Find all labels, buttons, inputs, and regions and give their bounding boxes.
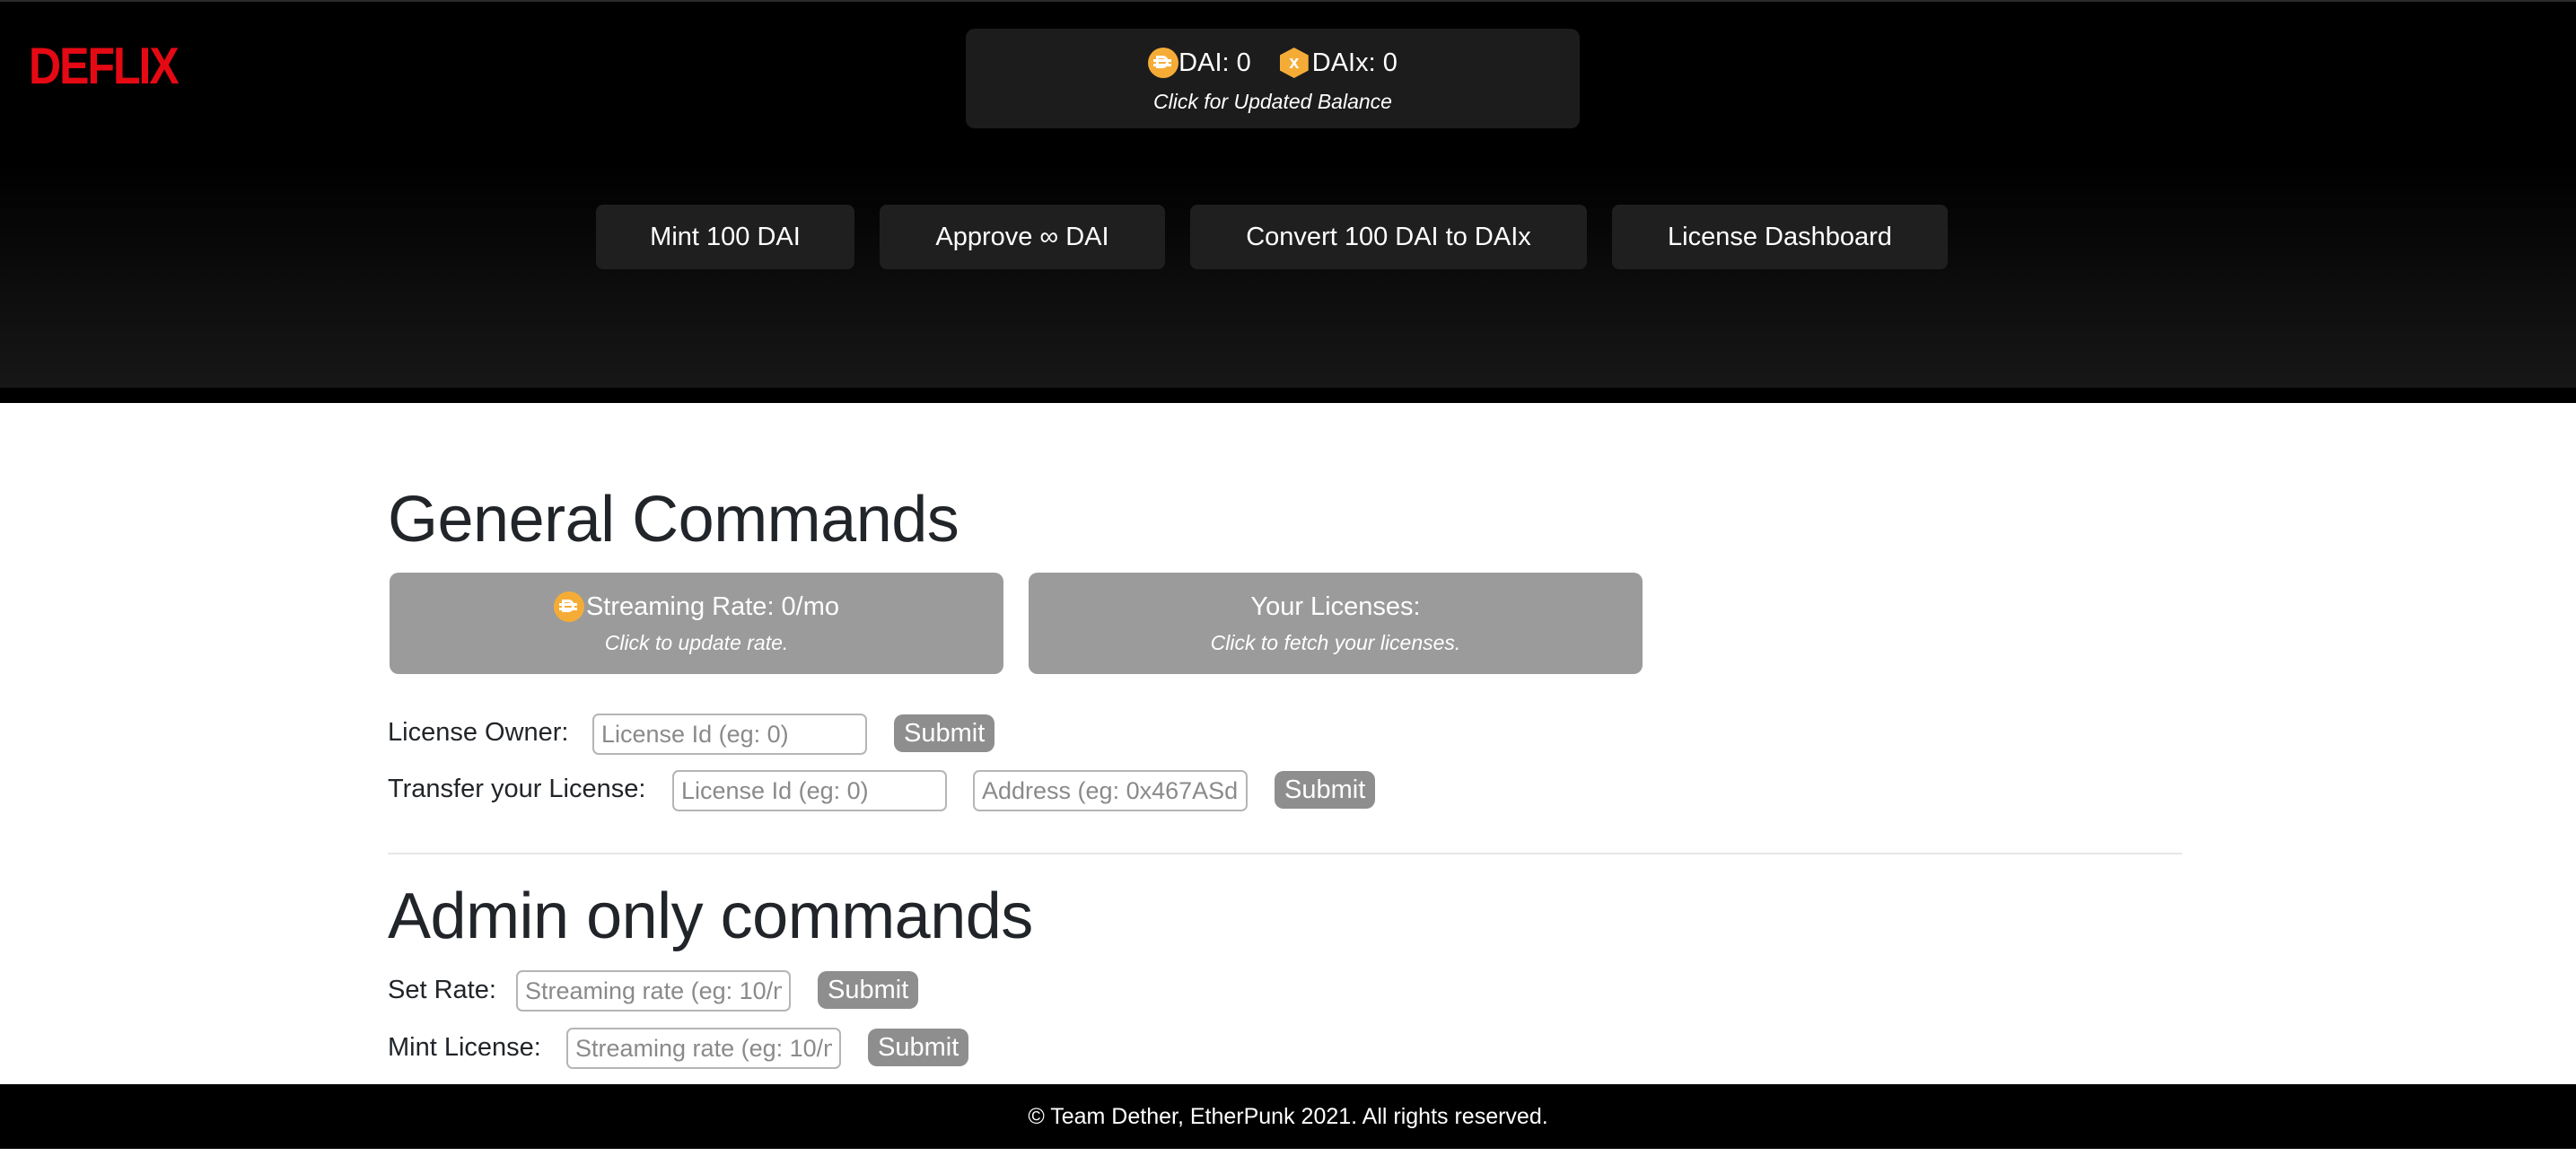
dai-balance: DAI: 0	[1178, 48, 1251, 77]
mint-dai-button[interactable]: Mint 100 DAI	[596, 205, 854, 269]
mint-license-rate-input[interactable]	[566, 1028, 841, 1069]
streaming-rate-card[interactable]: Streaming Rate: 0/mo Click to update rat…	[390, 573, 1003, 674]
footer-copyright: © Team Dether, EtherPunk 2021. All right…	[1028, 1103, 1548, 1129]
dai-coin-icon	[553, 591, 584, 622]
license-dashboard-button[interactable]: License Dashboard	[1612, 205, 1948, 269]
transfer-license-id-input[interactable]	[672, 770, 947, 811]
set-rate-submit-button[interactable]: Submit	[818, 971, 919, 1009]
header: DEFLIX DAI: 0 x DAIx: 0 Click for Update…	[0, 0, 2576, 403]
approve-dai-button[interactable]: Approve ∞ DAI	[880, 205, 1165, 269]
set-rate-label: Set Rate:	[388, 976, 496, 1004]
license-owner-label: License Owner:	[388, 718, 569, 747]
balance-panel[interactable]: DAI: 0 x DAIx: 0 Click for Updated Balan…	[966, 29, 1580, 128]
deflix-logo[interactable]: DEFLIX	[29, 36, 180, 96]
streaming-rate-hint: Click to update rate.	[604, 631, 789, 654]
streaming-rate-title-row: Streaming Rate: 0/mo	[390, 589, 1003, 625]
admin-commands-heading: Admin only commands	[388, 880, 1033, 952]
section-divider	[388, 853, 2182, 854]
convert-dai-button[interactable]: Convert 100 DAI to DAIx	[1190, 205, 1587, 269]
dai-coin-icon	[1148, 48, 1179, 78]
footer: © Team Dether, EtherPunk 2021. All right…	[0, 1084, 2576, 1149]
transfer-address-input[interactable]	[973, 770, 1248, 811]
your-licenses-title: Your Licenses:	[1250, 591, 1421, 621]
balance-hint: Click for Updated Balance	[1153, 90, 1392, 113]
general-commands-heading: General Commands	[388, 484, 959, 556]
your-licenses-hint: Click to fetch your licenses.	[1210, 631, 1461, 654]
transfer-submit-button[interactable]: Submit	[1275, 771, 1376, 809]
your-licenses-card[interactable]: Your Licenses: Click to fetch your licen…	[1029, 573, 1643, 674]
license-owner-submit-button[interactable]: Submit	[894, 714, 995, 752]
header-divider	[0, 388, 2576, 403]
mint-license-label: Mint License:	[388, 1033, 541, 1062]
transfer-license-label: Transfer your License:	[388, 775, 646, 803]
balance-row: DAI: 0 x DAIx: 0	[966, 45, 1580, 81]
daix-coin-icon: x	[1279, 48, 1309, 78]
daix-balance: DAIx: 0	[1311, 48, 1398, 77]
streaming-rate-value: Streaming Rate: 0/mo	[585, 591, 840, 621]
mint-license-submit-button[interactable]: Submit	[868, 1029, 969, 1066]
set-rate-input[interactable]	[516, 970, 791, 1012]
license-owner-id-input[interactable]	[592, 714, 867, 755]
